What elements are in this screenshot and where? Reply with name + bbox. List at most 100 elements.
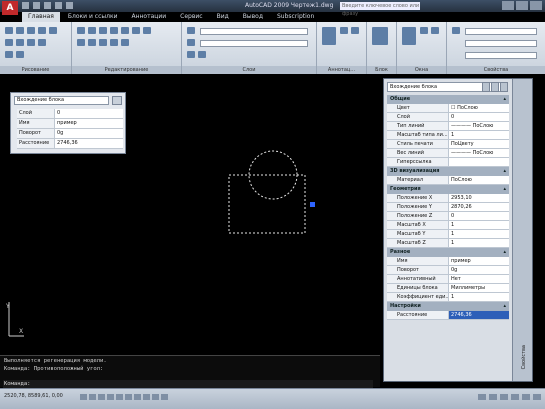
qp-row-rotation[interactable]: Поворот 0g [17, 129, 123, 139]
prop-value-editing[interactable]: 2746,36 [449, 311, 509, 319]
point-icon[interactable] [38, 39, 46, 46]
qp-value[interactable]: пример [55, 119, 123, 128]
layer-state-icon[interactable] [187, 39, 195, 46]
insert-block-icon[interactable] [372, 27, 388, 45]
prop-value[interactable]: 0 [449, 212, 509, 220]
layer-state-dropdown[interactable] [200, 40, 308, 47]
prop-value[interactable]: 1 [449, 239, 509, 247]
section-general[interactable]: Общие ▴ [387, 95, 509, 104]
prop-value[interactable] [449, 158, 509, 166]
lineweight-dropdown[interactable] [465, 52, 537, 59]
osnap-toggle[interactable] [116, 394, 123, 400]
block-rectangle[interactable] [228, 174, 306, 234]
cascade-icon[interactable] [431, 27, 439, 34]
prop-value[interactable]: 2870,26 [449, 203, 509, 211]
explode-icon[interactable] [143, 27, 151, 34]
line-icon[interactable] [5, 27, 13, 34]
layer-properties-icon[interactable] [187, 27, 195, 34]
collapse-icon[interactable]: ▴ [503, 248, 506, 257]
match-properties-icon[interactable] [452, 27, 460, 34]
tab-tools[interactable]: Сервис [174, 12, 208, 22]
undo-icon[interactable] [55, 2, 62, 9]
save-icon[interactable] [44, 2, 51, 9]
section-geometry[interactable]: Геометрия ▴ [387, 185, 509, 194]
text-icon[interactable] [322, 27, 336, 45]
layout-icon[interactable] [489, 394, 497, 400]
collapse-icon[interactable]: ▴ [503, 167, 506, 176]
ellipse-icon[interactable] [5, 39, 13, 46]
prop-value[interactable]: 1 [449, 131, 509, 139]
qp-value[interactable]: 2746,36 [55, 139, 123, 148]
prop-row[interactable]: Единицы блока Миллиметры [387, 284, 509, 293]
prop-row[interactable]: Поворот 0g [387, 266, 509, 275]
prop-value[interactable]: Миллиметры [449, 284, 509, 292]
ducs-toggle[interactable] [134, 394, 141, 400]
pan-icon[interactable] [500, 394, 508, 400]
open-icon[interactable] [33, 2, 40, 9]
move-icon[interactable] [77, 27, 85, 34]
prop-row[interactable]: Масштаб X1 [387, 221, 509, 230]
rotate-icon[interactable] [88, 27, 96, 34]
prop-value[interactable]: 0 [449, 113, 509, 121]
prop-value[interactable]: 1 [449, 230, 509, 238]
prop-row[interactable]: Положение X 2953,10 [387, 194, 509, 203]
tile-icon[interactable] [420, 27, 428, 34]
prop-row[interactable]: Материал ПоСлою [387, 176, 509, 185]
snap-toggle[interactable] [80, 394, 87, 400]
tab-blocks[interactable]: Блоки и ссылки [62, 12, 124, 22]
linetype-dropdown[interactable] [465, 40, 537, 47]
rectangle-icon[interactable] [49, 27, 57, 34]
tab-output[interactable]: Вывод [237, 12, 269, 22]
prop-row[interactable]: Положение Y 2870,26 [387, 203, 509, 212]
copy-icon[interactable] [110, 27, 118, 34]
region-icon[interactable] [5, 51, 13, 58]
erase-icon[interactable] [110, 39, 118, 46]
hatch-icon[interactable] [16, 39, 24, 46]
minimize-button[interactable] [502, 1, 514, 10]
prop-row[interactable]: Коэффициент еди... 1 [387, 293, 509, 302]
workspace-icon[interactable] [533, 394, 541, 400]
layer-freeze-icon[interactable] [187, 51, 195, 58]
color-dropdown[interactable] [465, 28, 537, 35]
command-input[interactable]: Команда: [3, 380, 373, 388]
prop-row[interactable]: Вес линий ———— ПоСлою [387, 149, 509, 158]
quick-properties-type-select[interactable]: Вхождение блока [14, 96, 109, 105]
prop-row[interactable]: Цвет ☐ ПоСлою [387, 104, 509, 113]
prop-value[interactable]: 0g [449, 266, 509, 274]
prop-row[interactable]: Тип линий ———— ПоСлою [387, 122, 509, 131]
prop-row[interactable]: Масштаб Y1 [387, 230, 509, 239]
otrack-toggle[interactable] [125, 394, 132, 400]
section-3d-visualization[interactable]: 3D визуализация ▴ [387, 167, 509, 176]
dyn-toggle[interactable] [143, 394, 150, 400]
stretch-icon[interactable] [77, 39, 85, 46]
section-misc[interactable]: Разное ▴ [387, 248, 509, 257]
prop-row[interactable]: Гиперссылка [387, 158, 509, 167]
trim-icon[interactable] [99, 27, 107, 34]
prop-value[interactable]: 1 [449, 221, 509, 229]
prop-value[interactable]: пример [449, 257, 509, 265]
prop-row[interactable]: Стиль печати ПоЦвету [387, 140, 509, 149]
qp-row-layer[interactable]: Слой 0 [17, 109, 123, 119]
quick-select-icon[interactable] [500, 82, 508, 92]
palette-side-bar[interactable]: Свойства [512, 79, 532, 381]
prop-row[interactable]: Положение Z0 [387, 212, 509, 221]
model-icon[interactable] [478, 394, 486, 400]
prop-value[interactable]: ———— ПоСлою [449, 122, 509, 130]
grid-toggle[interactable] [89, 394, 96, 400]
table-icon[interactable] [16, 51, 24, 58]
block-grip-icon[interactable] [310, 202, 315, 207]
zoom-icon[interactable] [511, 394, 519, 400]
window-switch-icon[interactable] [402, 27, 416, 45]
maximize-button[interactable] [516, 1, 528, 10]
scale-icon[interactable] [88, 39, 96, 46]
new-icon[interactable] [22, 2, 29, 9]
lwt-toggle[interactable] [152, 394, 159, 400]
prop-row[interactable]: Масштаб Z1 [387, 239, 509, 248]
qp-row-name[interactable]: Имя пример [17, 119, 123, 129]
qp-value[interactable]: 0 [55, 109, 123, 118]
prop-row[interactable]: Имя пример [387, 257, 509, 266]
array-icon[interactable] [99, 39, 107, 46]
prop-value[interactable]: 2953,10 [449, 194, 509, 202]
section-settings[interactable]: Настройки ▴ [387, 302, 509, 311]
search-input[interactable]: Введите ключевое слово или фразу [340, 2, 420, 17]
